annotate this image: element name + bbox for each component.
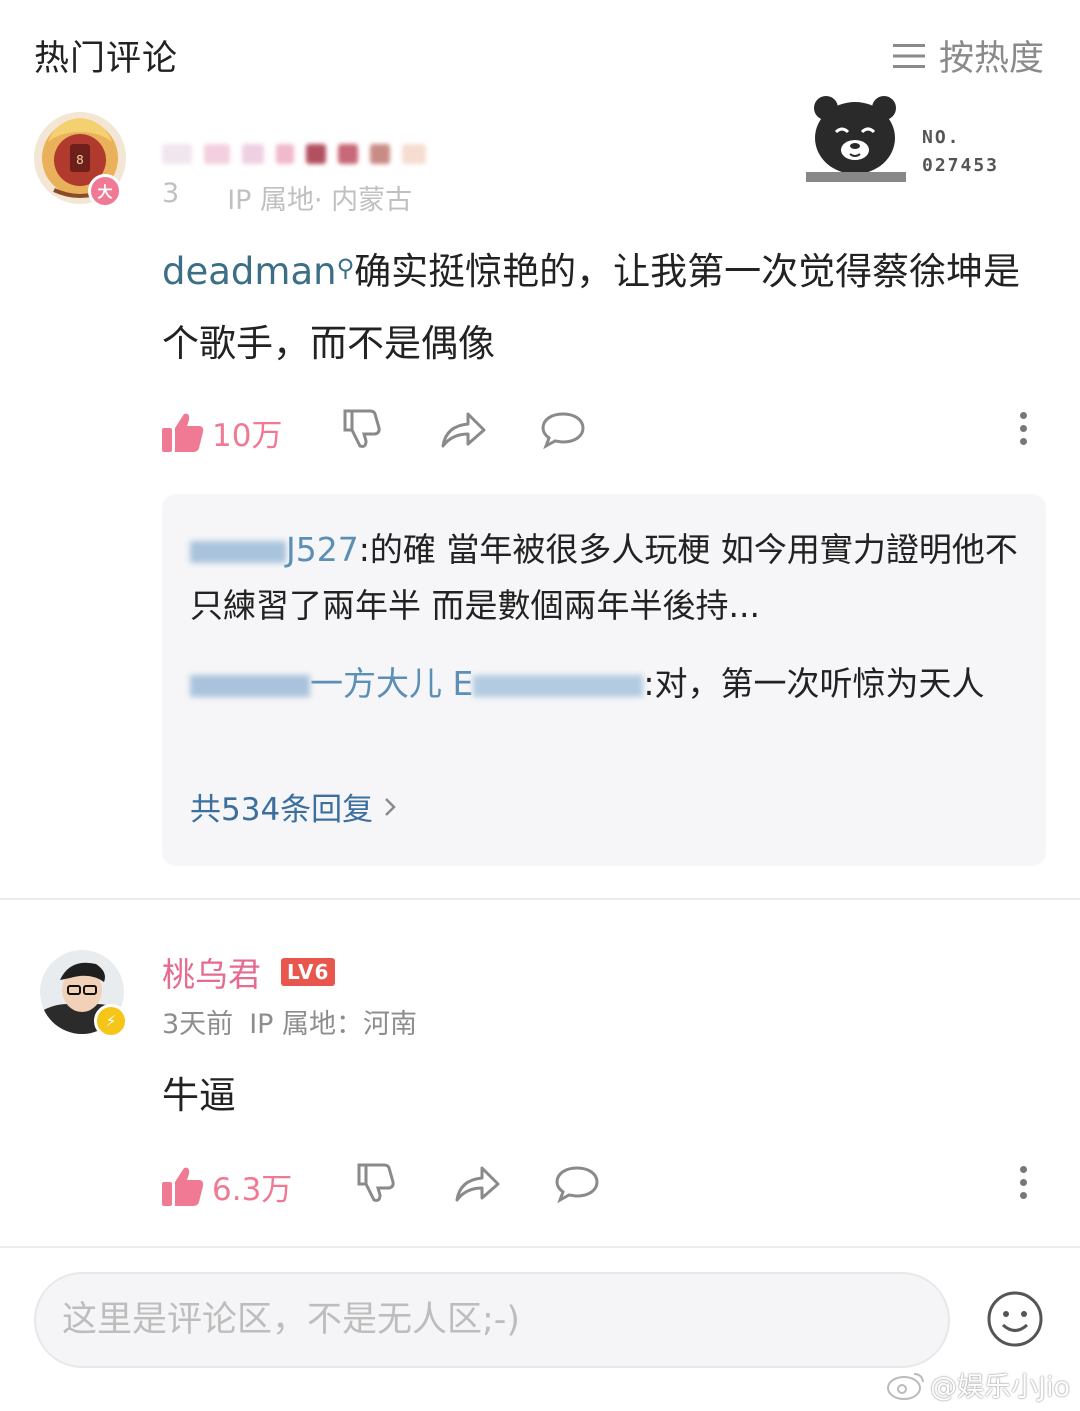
- divider: [0, 898, 1080, 900]
- emoji-icon[interactable]: [986, 1290, 1044, 1348]
- action-row: 6.3万: [162, 1162, 1042, 1210]
- comment-text: 牛逼: [162, 1074, 236, 1117]
- avatar[interactable]: ⚡: [40, 950, 128, 1038]
- sort-label: 按热度: [938, 39, 1044, 79]
- more-icon[interactable]: [1020, 1166, 1028, 1205]
- reply-username[interactable]: 一方大儿 E: [190, 664, 644, 703]
- dislike-icon[interactable]: [354, 1162, 396, 1204]
- reply-text: 对，第一次听惊为天人: [654, 664, 985, 703]
- bear-icon: [806, 96, 906, 182]
- comment-time: 3天前: [162, 1009, 234, 1040]
- comment-header: 桃乌君 LV6: [162, 948, 336, 996]
- page-title: 热门评论: [34, 39, 179, 79]
- svg-text:8: 8: [76, 153, 84, 167]
- sticker-no-label: NO.: [922, 127, 961, 148]
- comment-ip: IP 属地：河南: [249, 1009, 418, 1040]
- like-button[interactable]: 10万: [162, 410, 282, 455]
- comment-input[interactable]: [36, 1274, 948, 1366]
- comment-ip: IP 属地· 内蒙古: [227, 185, 413, 216]
- verified-badge: ⚡: [94, 1004, 128, 1038]
- comment-icon[interactable]: [540, 410, 586, 450]
- weibo-icon: [887, 1372, 925, 1400]
- username-redacted: [162, 144, 426, 164]
- divider: [0, 1246, 1080, 1248]
- like-count: 10万: [212, 417, 283, 454]
- view-all-replies-link[interactable]: 共534条回复: [190, 784, 397, 829]
- share-icon[interactable]: [454, 1164, 500, 1204]
- comment-meta: 3天前 IP 属地：河南: [162, 1002, 417, 1041]
- reply-item[interactable]: 一方大儿 E:对，第一次听惊为天人: [190, 656, 1020, 712]
- sort-button[interactable]: 按热度: [892, 30, 1044, 81]
- mention-link[interactable]: deadman⚲: [162, 250, 354, 293]
- more-icon[interactable]: [1020, 412, 1028, 451]
- action-row: 10万: [162, 408, 1042, 456]
- comment-time: 3: [162, 178, 180, 209]
- dislike-icon[interactable]: [340, 408, 382, 450]
- reply-preview[interactable]: J527:的確 當年被很多人玩梗 如今用實力證明他不只練習了兩年半 而是數個兩年…: [162, 494, 1046, 866]
- search-icon: ⚲: [336, 254, 355, 282]
- level-badge: LV6: [281, 958, 336, 986]
- fan-sticker: NO. 027453: [806, 94, 1016, 184]
- chevron-right-icon: [385, 797, 396, 816]
- comment-icon[interactable]: [554, 1164, 600, 1204]
- sticker-number: 027453: [922, 155, 1000, 176]
- reply-count: 共534条回复: [190, 792, 374, 828]
- share-icon[interactable]: [440, 410, 486, 450]
- like-button[interactable]: 6.3万: [162, 1164, 292, 1209]
- sort-icon: [892, 43, 925, 68]
- comment-input-box[interactable]: [34, 1272, 950, 1368]
- avatar[interactable]: 8 大: [34, 112, 126, 208]
- comment-meta: 3 IP 属地· 内蒙古: [162, 178, 412, 217]
- watermark: @娱乐小Jio: [886, 1365, 1070, 1404]
- avatar-badge: 大: [88, 174, 122, 208]
- comment-text: deadman⚲确实挺惊艳的，让我第一次觉得蔡徐坤是个歌手，而不是偶像: [162, 236, 1042, 380]
- reply-item[interactable]: J527:的確 當年被很多人玩梗 如今用實力證明他不只練習了兩年半 而是數個兩年…: [190, 522, 1020, 634]
- reply-username[interactable]: J527: [190, 530, 359, 569]
- like-count: 6.3万: [212, 1171, 293, 1208]
- like-icon: [162, 413, 204, 452]
- like-icon: [162, 1167, 204, 1206]
- username[interactable]: 桃乌君: [162, 948, 261, 996]
